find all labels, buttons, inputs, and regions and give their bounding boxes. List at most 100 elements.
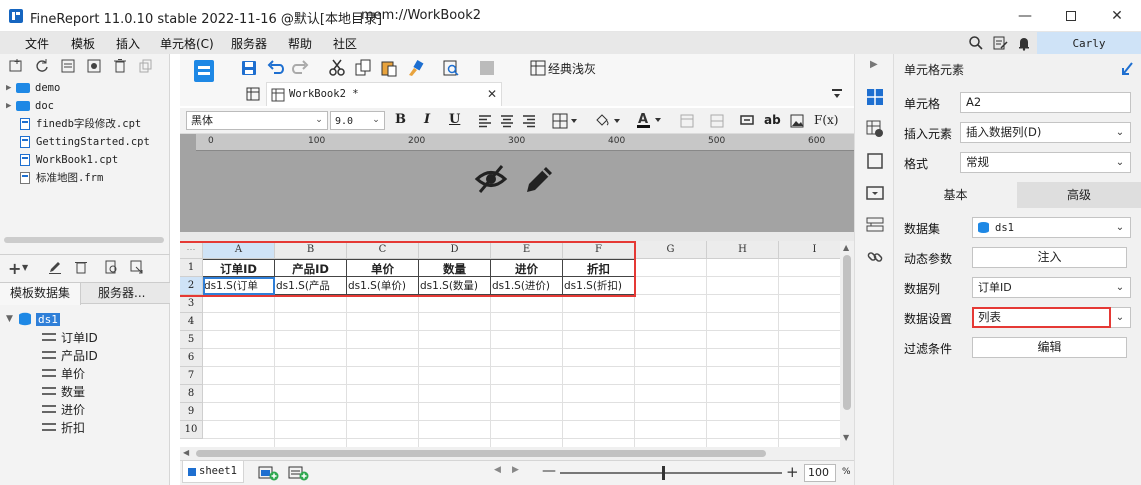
row-header[interactable]: 4 <box>180 313 203 331</box>
trash-icon[interactable] <box>74 260 88 274</box>
row-header[interactable]: 9 <box>180 403 203 421</box>
minimize-button[interactable]: — <box>1002 0 1048 32</box>
insert-element-select[interactable]: 插入数据列(D) ⌄ <box>960 122 1131 143</box>
menu-cell[interactable]: 单元格(C) <box>160 35 214 52</box>
paste-icon[interactable] <box>380 59 398 77</box>
field-item[interactable]: 单价 <box>42 364 85 382</box>
spreadsheet-grid[interactable]: ⋯ A B C D E F G H I 1 2 3 4 5 6 7 8 9 10… <box>180 241 854 447</box>
tab-basic[interactable]: 基本 <box>894 182 1017 208</box>
copy-icon[interactable] <box>138 58 154 74</box>
page-left-icon[interactable]: ◀ <box>494 465 501 475</box>
border-icon[interactable] <box>552 113 578 129</box>
undo-icon[interactable] <box>266 59 284 77</box>
widget-settings-icon[interactable] <box>866 152 884 170</box>
inject-button[interactable]: 注入 <box>972 247 1127 268</box>
close-button[interactable]: ✕ <box>1094 0 1140 32</box>
theme-label[interactable]: 经典浅灰 <box>548 60 596 77</box>
scroll-thumb[interactable] <box>196 450 766 457</box>
page-right-icon[interactable]: ▶ <box>512 465 519 475</box>
cut-icon[interactable] <box>328 59 346 77</box>
edit-pencil-icon[interactable] <box>522 162 556 196</box>
preview-icon[interactable] <box>104 260 118 274</box>
font-size-select[interactable]: 9.0 ⌄ <box>330 111 385 130</box>
vertical-scrollbar[interactable]: ▲ ▼ <box>840 241 854 447</box>
refresh-icon[interactable] <box>34 58 50 74</box>
cell-address-input[interactable]: A2 <box>960 92 1131 113</box>
menu-help[interactable]: 帮助 <box>288 35 312 52</box>
cell-attribute-icon[interactable] <box>866 120 884 138</box>
scroll-left-icon[interactable]: ◀ <box>183 448 189 457</box>
merge-icon[interactable] <box>680 114 694 128</box>
form-widget-icon[interactable] <box>866 184 884 202</box>
tree-item-gettingstarted[interactable]: GettingStarted.cpt <box>6 133 150 150</box>
text-element-button[interactable]: ab <box>764 113 781 127</box>
theme-icon[interactable] <box>530 60 546 76</box>
chevron-down-icon[interactable]: ▼ <box>22 263 28 272</box>
menu-insert[interactable]: 插入 <box>116 35 140 52</box>
font-family-select[interactable]: 黑体 ⌄ <box>186 111 328 130</box>
horizontal-scrollbar[interactable]: ◀ <box>180 447 854 460</box>
tree-item-workbook1[interactable]: WorkBook1.cpt <box>6 151 118 168</box>
delete-icon[interactable] <box>112 58 128 74</box>
tree-item-doc[interactable]: ▶ doc <box>6 97 54 114</box>
row-header[interactable]: 8 <box>180 385 203 403</box>
condition-attribute-icon[interactable] <box>866 216 884 234</box>
template-icon[interactable] <box>60 58 76 74</box>
add-dashboard-icon[interactable] <box>288 465 310 481</box>
dataset-select[interactable]: ds1 ⌄ <box>972 217 1131 238</box>
zoom-in-button[interactable]: + <box>786 463 799 481</box>
fill-color-icon[interactable] <box>594 113 622 129</box>
notes-icon[interactable] <box>992 35 1008 51</box>
redo-icon[interactable] <box>292 59 310 77</box>
font-color-icon[interactable]: A <box>636 111 664 129</box>
menu-template[interactable]: 模板 <box>71 35 95 52</box>
close-icon[interactable]: ✕ <box>487 87 497 101</box>
row-header[interactable]: 10 <box>180 421 203 439</box>
document-tab[interactable]: WorkBook2 * ✕ <box>266 82 502 106</box>
tab-server-dataset[interactable]: 服务器... <box>88 283 155 304</box>
row-header[interactable]: 5 <box>180 331 203 349</box>
hyperlink-icon[interactable] <box>866 248 884 266</box>
row-header[interactable]: 6 <box>180 349 203 367</box>
new-folder-icon[interactable] <box>8 58 24 74</box>
form-icon[interactable] <box>478 59 496 77</box>
field-item[interactable]: 数量 <box>42 382 85 400</box>
field-item[interactable]: 折扣 <box>42 418 85 436</box>
user-account[interactable]: Carly <box>1037 32 1141 54</box>
wrap-icon[interactable] <box>710 114 724 128</box>
edit-icon[interactable] <box>48 260 62 274</box>
bell-icon[interactable] <box>1016 35 1032 51</box>
search-replace-icon[interactable] <box>442 59 460 77</box>
zoom-slider[interactable] <box>560 466 782 480</box>
add-icon[interactable]: + <box>8 259 21 278</box>
zoom-input[interactable]: 100 <box>804 464 836 482</box>
pin-icon[interactable] <box>1122 61 1134 75</box>
row-header[interactable]: 3 <box>180 295 203 313</box>
tab-template-dataset[interactable]: 模板数据集 <box>0 283 82 305</box>
insert-row-icon[interactable] <box>740 115 754 125</box>
column-header[interactable]: H <box>707 241 779 259</box>
hide-eye-icon[interactable] <box>474 162 508 196</box>
search-icon[interactable] <box>968 35 984 51</box>
settings-icon[interactable] <box>86 58 102 74</box>
dataset-ds1[interactable]: ▼ ds1 <box>6 310 60 328</box>
row-header[interactable]: 7 <box>180 367 203 385</box>
tree-item-finedb[interactable]: finedb字段修改.cpt <box>6 115 141 132</box>
field-item[interactable]: 产品ID <box>42 346 98 364</box>
copy-icon[interactable] <box>354 59 372 77</box>
align-center-icon[interactable] <box>500 114 514 128</box>
field-item[interactable]: 订单ID <box>42 328 98 346</box>
tree-item-map[interactable]: 标准地图.frm <box>6 169 103 186</box>
italic-button[interactable]: I <box>424 112 430 127</box>
tree-scrollbar[interactable] <box>4 237 164 243</box>
scroll-up-icon[interactable]: ▲ <box>843 243 849 252</box>
image-icon[interactable] <box>790 114 804 128</box>
tab-menu-icon[interactable] <box>830 87 844 101</box>
maximize-button[interactable] <box>1048 0 1094 32</box>
format-select[interactable]: 常规 ⌄ <box>960 152 1131 173</box>
collapse-right-icon[interactable]: ▶ <box>870 59 878 70</box>
menu-server[interactable]: 服务器 <box>231 35 267 52</box>
field-item[interactable]: 进价 <box>42 400 85 418</box>
column-header[interactable]: G <box>635 241 707 259</box>
data-column-select[interactable]: 订单ID ⌄ <box>972 277 1131 298</box>
